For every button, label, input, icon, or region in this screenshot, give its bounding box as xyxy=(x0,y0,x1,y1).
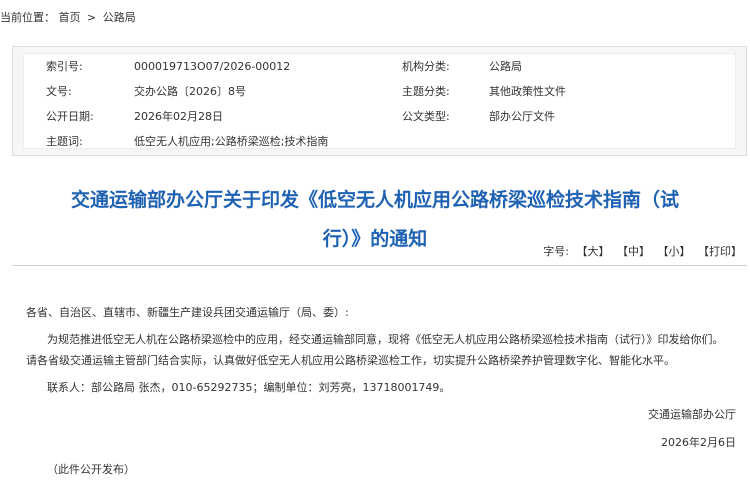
index-number-label: 索引号: xyxy=(46,60,83,73)
organization-category-value: 公路局 xyxy=(489,60,522,73)
print-button[interactable]: 【打印】 xyxy=(698,243,742,259)
document-type-value: 部办公厅文件 xyxy=(489,110,555,123)
document-number-value: 交办公路〔2026〕8号 xyxy=(134,85,246,98)
keywords-label: 主题词: xyxy=(46,135,83,148)
publish-date-label: 公开日期: xyxy=(46,110,94,123)
breadcrumb: 当前位置： 首页 > 公路局 xyxy=(0,9,136,25)
publication-note: （此件公开发布） xyxy=(47,463,135,476)
index-number-value: 000019713O07/2026-00012 xyxy=(134,60,291,73)
body-paragraph-line-1: 为规范推进低空无人机在公路桥梁巡检中的应用，经交通运输部同意，现将《低空无人机应… xyxy=(47,333,724,346)
metadata-panel: 索引号: 000019713O07/2026-00012 机构分类: 公路局 文… xyxy=(12,46,747,156)
organization-category-label: 机构分类: xyxy=(402,60,450,73)
font-size-medium-button[interactable]: 【中】 xyxy=(617,243,650,259)
contact-info: 联系人：部公路局 张杰，010-65292735；编制单位：刘芳亮，137180… xyxy=(47,381,451,394)
document-number-label: 文号: xyxy=(46,85,72,98)
publish-date-value: 2026年02月28日 xyxy=(134,110,223,123)
body-paragraph-line-2: 请各省级交通运输主管部门结合实际，认真做好低空无人机应用公路桥梁巡检工作，切实提… xyxy=(26,354,675,367)
font-size-large-button[interactable]: 【大】 xyxy=(577,243,610,259)
document-type-label: 公文类型: xyxy=(402,110,450,123)
breadcrumb-separator: > xyxy=(87,11,97,24)
page-title-line-1: 交通运输部办公厅关于印发《低空无人机应用公路桥梁巡检技术指南（试 xyxy=(70,189,679,211)
content-divider xyxy=(12,265,747,266)
keywords-value: 低空无人机应用;公路桥梁巡检;技术指南 xyxy=(134,135,329,148)
breadcrumb-label: 当前位置： xyxy=(0,11,55,24)
issuer: 交通运输部办公厅 xyxy=(648,408,736,421)
issue-date: 2026年2月6日 xyxy=(661,436,736,449)
topic-category-label: 主题分类: xyxy=(402,85,450,98)
font-size-label: 字号: xyxy=(543,245,569,258)
font-size-small-button[interactable]: 【小】 xyxy=(658,243,691,259)
metadata-table: 索引号: 000019713O07/2026-00012 机构分类: 公路局 文… xyxy=(23,53,736,149)
topic-category-value: 其他政策性文件 xyxy=(489,85,566,98)
breadcrumb-current-link[interactable]: 公路局 xyxy=(103,11,136,24)
font-size-toolbar: 字号: 【大】 【中】 【小】 【打印】 xyxy=(543,243,742,259)
salutation: 各省、自治区、直辖市、新疆生产建设兵团交通运输厅（局、委）: xyxy=(26,306,349,319)
breadcrumb-home-link[interactable]: 首页 xyxy=(59,11,81,24)
